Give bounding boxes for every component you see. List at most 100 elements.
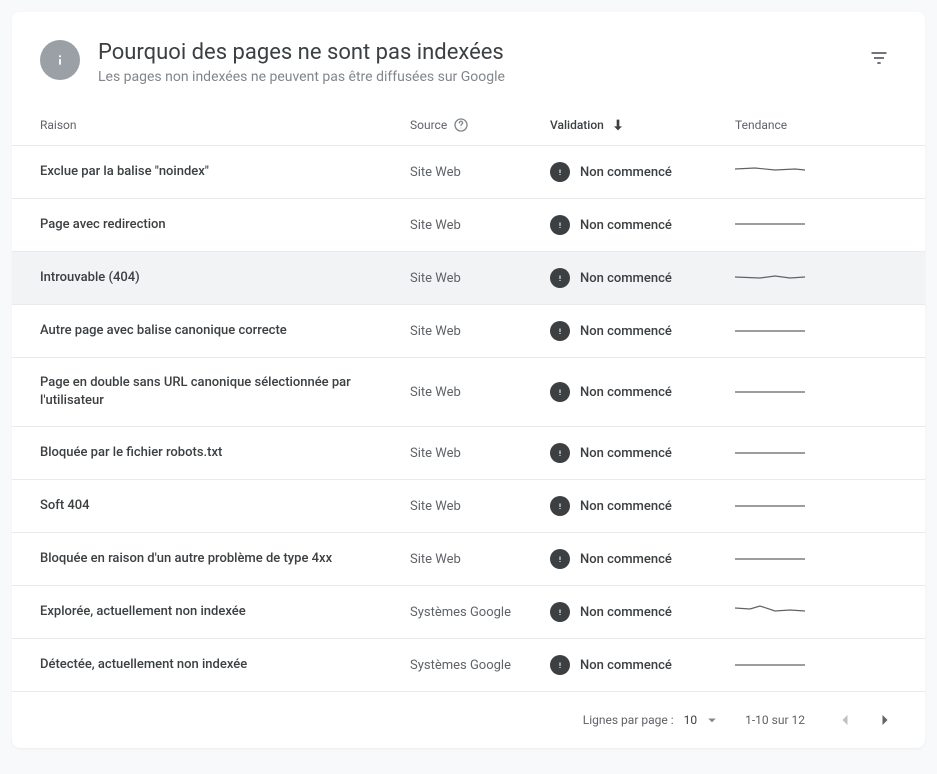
sort-desc-icon	[610, 117, 626, 133]
table-row[interactable]: Page avec redirectionSite WebNon commenc…	[12, 198, 925, 251]
info-icon	[40, 40, 80, 80]
warning-icon	[550, 496, 570, 516]
cell-trend	[735, 656, 880, 674]
sparkline	[735, 444, 805, 462]
sparkline	[735, 163, 805, 181]
cell-pages: 4	[880, 499, 937, 514]
validation-text: Non commencé	[580, 271, 672, 286]
table-row[interactable]: Autre page avec balise canonique correct…	[12, 304, 925, 357]
table-row[interactable]: Explorée, actuellement non indexéeSystèm…	[12, 585, 925, 638]
cell-validation: Non commencé	[550, 602, 735, 622]
col-pages[interactable]: Pages	[880, 118, 937, 132]
table-row[interactable]: Page en double sans URL canonique sélect…	[12, 357, 925, 426]
cell-pages: 1 069	[880, 165, 937, 180]
pager	[829, 704, 901, 736]
sparkline	[735, 603, 805, 621]
validation-text: Non commencé	[580, 385, 672, 400]
prev-page-button[interactable]	[829, 704, 861, 736]
cell-pages: 112	[880, 324, 937, 339]
table-header: Raison Source Validation Tendance Pages	[12, 105, 925, 145]
cell-pages: 7	[880, 385, 937, 400]
table-row[interactable]: Introuvable (404)Site WebNon commencé323	[12, 251, 925, 304]
chevron-left-icon	[835, 710, 855, 730]
table-row[interactable]: Bloquée en raison d'un autre problème de…	[12, 532, 925, 585]
table-row[interactable]: Exclue par la balise "noindex"Site WebNo…	[12, 145, 925, 198]
table-row[interactable]: Détectée, actuellement non indexéeSystèm…	[12, 638, 925, 691]
cell-source: Site Web	[410, 446, 550, 461]
cell-reason: Bloquée en raison d'un autre problème de…	[40, 550, 410, 568]
reasons-table: Raison Source Validation Tendance Pages …	[12, 105, 925, 691]
cell-validation: Non commencé	[550, 268, 735, 288]
help-icon[interactable]	[453, 117, 469, 133]
card-subtitle: Les pages non indexées ne peuvent pas êt…	[98, 69, 861, 85]
cell-reason: Explorée, actuellement non indexée	[40, 603, 410, 621]
sparkline	[735, 383, 805, 401]
cell-source: Site Web	[410, 324, 550, 339]
header-texts: Pourquoi des pages ne sont pas indexées …	[98, 40, 861, 85]
cell-validation: Non commencé	[550, 215, 735, 235]
cell-pages: 1	[880, 552, 937, 567]
sparkline	[735, 497, 805, 515]
cell-source: Systèmes Google	[410, 658, 550, 673]
col-reason-label: Raison	[40, 118, 77, 132]
cell-validation: Non commencé	[550, 443, 735, 463]
warning-icon	[550, 443, 570, 463]
col-trend[interactable]: Tendance	[735, 118, 880, 132]
warning-icon	[550, 602, 570, 622]
table-row[interactable]: Bloquée par le fichier robots.txtSite We…	[12, 426, 925, 479]
cell-pages: 591	[880, 605, 937, 620]
sparkline	[735, 322, 805, 340]
rows-per-page-select[interactable]: 10	[684, 711, 722, 729]
cell-source: Site Web	[410, 385, 550, 400]
table-footer: Lignes par page : 10 1-10 sur 12	[12, 691, 925, 748]
next-page-button[interactable]	[869, 704, 901, 736]
cell-pages: 3	[880, 658, 937, 673]
cell-trend	[735, 322, 880, 340]
validation-text: Non commencé	[580, 165, 672, 180]
card-header: Pourquoi des pages ne sont pas indexées …	[12, 12, 925, 105]
cell-trend	[735, 216, 880, 234]
col-trend-label: Tendance	[735, 118, 787, 132]
sparkline	[735, 550, 805, 568]
col-reason[interactable]: Raison	[40, 118, 410, 132]
cell-trend	[735, 269, 880, 287]
cell-trend	[735, 603, 880, 621]
col-source[interactable]: Source	[410, 117, 550, 133]
cell-reason: Soft 404	[40, 497, 410, 515]
cell-validation: Non commencé	[550, 655, 735, 675]
warning-icon	[550, 268, 570, 288]
validation-text: Non commencé	[580, 658, 672, 673]
cell-reason: Autre page avec balise canonique correct…	[40, 322, 410, 340]
validation-text: Non commencé	[580, 324, 672, 339]
filter-button[interactable]	[861, 40, 897, 76]
rows-per-page-value: 10	[684, 713, 698, 727]
cell-pages: 399	[880, 218, 937, 233]
table-row[interactable]: Soft 404Site WebNon commencé4	[12, 479, 925, 532]
cell-reason: Détectée, actuellement non indexée	[40, 656, 410, 674]
cell-pages: 323	[880, 271, 937, 286]
rows-per-page: Lignes par page : 10	[583, 711, 721, 729]
cell-trend	[735, 383, 880, 401]
warning-icon	[550, 215, 570, 235]
validation-text: Non commencé	[580, 446, 672, 461]
warning-icon	[550, 382, 570, 402]
cell-reason: Exclue par la balise "noindex"	[40, 163, 410, 181]
warning-icon	[550, 321, 570, 341]
cell-reason: Page en double sans URL canonique sélect…	[40, 374, 410, 410]
cell-validation: Non commencé	[550, 321, 735, 341]
warning-icon	[550, 549, 570, 569]
col-validation[interactable]: Validation	[550, 117, 735, 133]
filter-icon	[869, 48, 889, 68]
indexing-reasons-card: Pourquoi des pages ne sont pas indexées …	[12, 12, 925, 748]
cell-reason: Page avec redirection	[40, 216, 410, 234]
cell-source: Site Web	[410, 499, 550, 514]
cell-source: Site Web	[410, 218, 550, 233]
sparkline	[735, 216, 805, 234]
cell-reason: Introuvable (404)	[40, 269, 410, 287]
card-title: Pourquoi des pages ne sont pas indexées	[98, 40, 861, 65]
cell-validation: Non commencé	[550, 382, 735, 402]
cell-validation: Non commencé	[550, 549, 735, 569]
warning-icon	[550, 655, 570, 675]
warning-icon	[550, 162, 570, 182]
cell-source: Site Web	[410, 552, 550, 567]
